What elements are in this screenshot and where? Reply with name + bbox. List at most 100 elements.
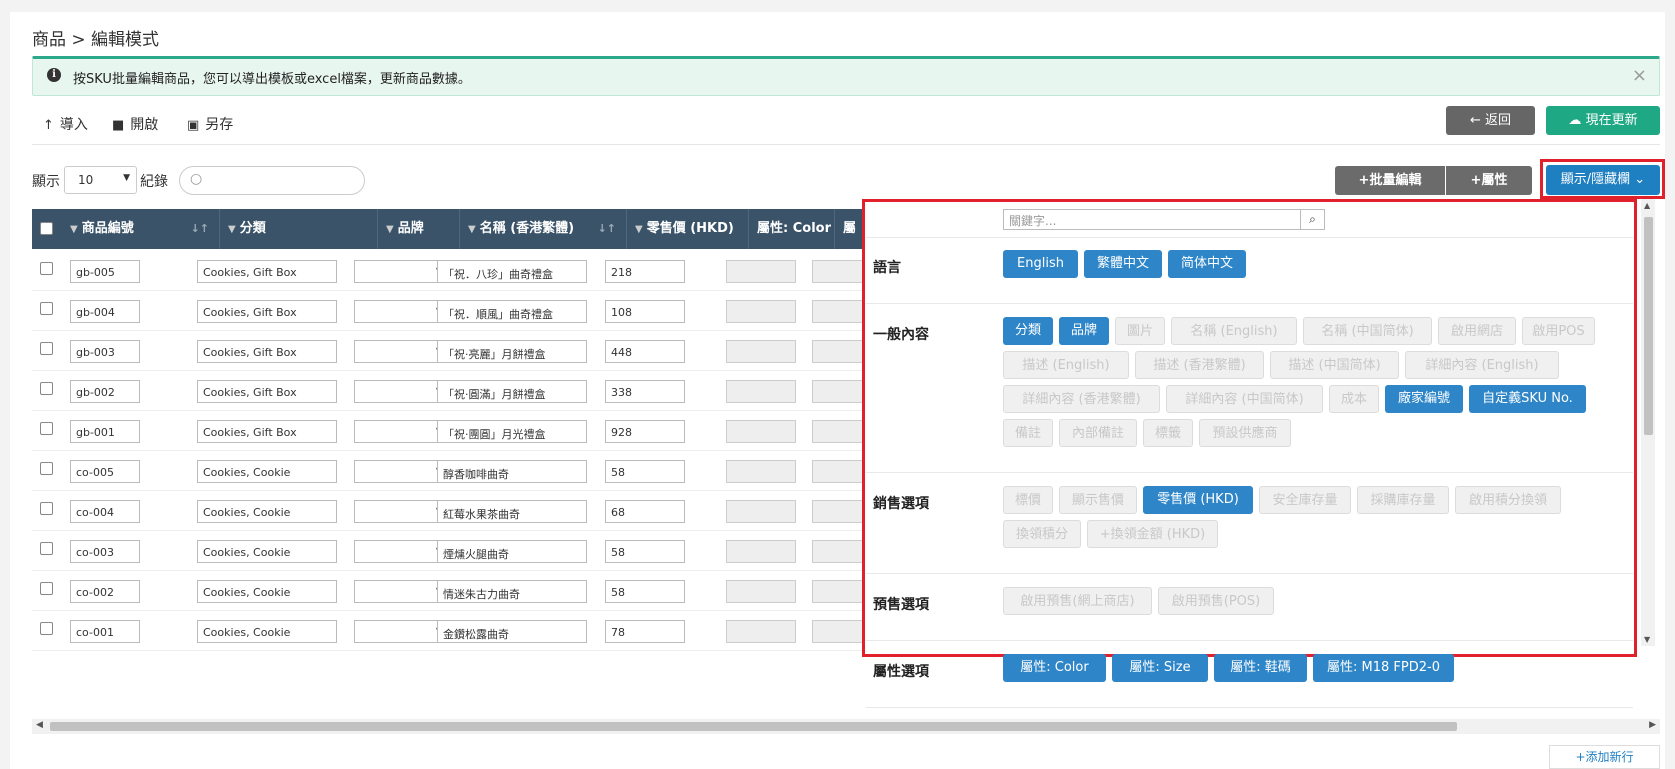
column-toggle-tag[interactable]: 屬性: Color xyxy=(1003,654,1106,682)
category-input[interactable]: Cookies, Cookie xyxy=(197,500,337,523)
price-input[interactable]: 218 xyxy=(605,260,685,283)
column-toggle-tag[interactable]: 描述 (中国简体) xyxy=(1270,351,1399,379)
column-toggle-tag[interactable]: 零售價 (HKD) xyxy=(1143,486,1253,514)
column-toggle-tag[interactable]: 繁體中文 xyxy=(1084,250,1162,278)
column-toggle-tag[interactable]: 標籤 xyxy=(1143,419,1193,447)
brand-select[interactable]: ▼ xyxy=(354,580,450,603)
toggle-columns-button[interactable]: 顯示/隱藏欄 ⌄ xyxy=(1546,165,1660,195)
sku-input[interactable]: gb-002 xyxy=(70,380,140,403)
back-button[interactable]: ← 返回 xyxy=(1446,106,1535,135)
column-toggle-tag[interactable]: 描述 (香港繁體) xyxy=(1135,351,1264,379)
header-attr-color[interactable]: 屬性: Color xyxy=(749,209,835,249)
row-checkbox[interactable] xyxy=(40,342,53,355)
column-toggle-tag[interactable]: 名稱 (中国简体) xyxy=(1303,317,1432,345)
name-input[interactable]: 情迷朱古力曲奇 xyxy=(437,580,587,603)
column-toggle-tag[interactable]: English xyxy=(1003,250,1078,278)
attr-size-input[interactable] xyxy=(812,340,867,363)
category-input[interactable]: Cookies, Gift Box xyxy=(197,260,337,283)
attr-size-input[interactable] xyxy=(812,420,867,443)
batch-edit-button[interactable]: +批量編輯 xyxy=(1335,166,1445,195)
category-input[interactable]: Cookies, Cookie xyxy=(197,580,337,603)
row-checkbox[interactable] xyxy=(40,582,53,595)
column-toggle-tag[interactable]: +換領金額 (HKD) xyxy=(1087,520,1218,548)
name-input[interactable]: 煙燻火腿曲奇 xyxy=(437,540,587,563)
row-checkbox[interactable] xyxy=(40,382,53,395)
attribute-button[interactable]: +屬性 xyxy=(1446,166,1532,195)
brand-select[interactable]: ▼ xyxy=(354,260,450,283)
name-input[interactable]: 「祝‧團圓」月光禮盒 xyxy=(437,420,587,443)
column-toggle-tag[interactable]: 圖片 xyxy=(1115,317,1165,345)
name-input[interactable]: 金鑽松露曲奇 xyxy=(437,620,587,643)
brand-select[interactable]: ▼ xyxy=(354,340,450,363)
category-input[interactable]: Cookies, Gift Box xyxy=(197,300,337,323)
column-toggle-tag[interactable]: 啟用網店 xyxy=(1438,317,1516,345)
column-toggle-tag[interactable]: 詳細內容 (English) xyxy=(1405,351,1559,379)
import-button[interactable]: ↑ 導入 xyxy=(43,114,88,134)
column-toggle-tag[interactable]: 描述 (English) xyxy=(1003,351,1129,379)
row-checkbox[interactable] xyxy=(40,622,53,635)
page-size-select[interactable]: 10 ▼ xyxy=(64,166,137,194)
price-input[interactable]: 58 xyxy=(605,460,685,483)
column-toggle-tag[interactable]: 顯示售價 xyxy=(1059,486,1137,514)
column-toggle-tag[interactable]: 詳細內容 (中国简体) xyxy=(1166,385,1323,413)
row-checkbox[interactable] xyxy=(40,422,53,435)
name-input[interactable]: 「祝．順風」曲奇禮盒 xyxy=(437,300,587,323)
scroll-down-icon[interactable]: ▼ xyxy=(1644,635,1650,644)
column-toggle-tag[interactable]: 名稱 (English) xyxy=(1171,317,1297,345)
column-toggle-tag[interactable]: 屬性: Size xyxy=(1112,654,1208,682)
column-toggle-tag[interactable]: 預設供應商 xyxy=(1199,419,1291,447)
column-toggle-tag[interactable]: 採購庫存量 xyxy=(1357,486,1449,514)
price-input[interactable]: 68 xyxy=(605,500,685,523)
price-input[interactable]: 338 xyxy=(605,380,685,403)
price-input[interactable]: 58 xyxy=(605,540,685,563)
category-input[interactable]: Cookies, Cookie xyxy=(197,620,337,643)
keyword-search-button[interactable]: ⌕ xyxy=(1301,209,1325,230)
column-toggle-tag[interactable]: 標價 xyxy=(1003,486,1053,514)
name-input[interactable]: 「祝‧亮麗」月餅禮盒 xyxy=(437,340,587,363)
column-toggle-tag[interactable]: 換領積分 xyxy=(1003,520,1081,548)
column-toggle-tag[interactable]: 詳細內容 (香港繁體) xyxy=(1003,385,1160,413)
brand-select[interactable]: ▼ xyxy=(354,540,450,563)
name-input[interactable]: 「祝．八珍」曲奇禮盒 xyxy=(437,260,587,283)
attr-size-input[interactable] xyxy=(812,260,867,283)
sku-input[interactable]: gb-004 xyxy=(70,300,140,323)
brand-select[interactable]: ▼ xyxy=(354,620,450,643)
horizontal-scrollbar[interactable]: ◀ ▶ xyxy=(32,719,1660,734)
price-input[interactable]: 58 xyxy=(605,580,685,603)
sort-icon[interactable]: ↓↑ xyxy=(191,209,209,249)
attr-color-input[interactable] xyxy=(726,500,796,523)
column-toggle-tag[interactable]: 品牌 xyxy=(1059,317,1109,345)
column-toggle-tag[interactable]: 分類 xyxy=(1003,317,1053,345)
column-toggle-tag[interactable]: 內部備註 xyxy=(1059,419,1137,447)
column-toggle-tag[interactable]: 自定義SKU No. xyxy=(1469,385,1586,413)
category-input[interactable]: Cookies, Gift Box xyxy=(197,420,337,443)
attr-size-input[interactable] xyxy=(812,620,867,643)
name-input[interactable]: 紅莓水果茶曲奇 xyxy=(437,500,587,523)
keyword-input[interactable]: 關鍵字... xyxy=(1003,209,1301,230)
category-input[interactable]: Cookies, Gift Box xyxy=(197,340,337,363)
attr-color-input[interactable] xyxy=(726,260,796,283)
attr-color-input[interactable] xyxy=(726,300,796,323)
header-price[interactable]: ▼ 零售價 (HKD) xyxy=(627,209,749,249)
column-toggle-tag[interactable]: 简体中文 xyxy=(1168,250,1246,278)
attr-color-input[interactable] xyxy=(726,620,796,643)
search-input[interactable]: ○ xyxy=(179,166,365,195)
brand-select[interactable]: ▼ xyxy=(354,500,450,523)
update-now-button[interactable]: ☁ 現在更新 xyxy=(1546,106,1660,135)
row-checkbox[interactable] xyxy=(40,502,53,515)
sku-input[interactable]: gb-005 xyxy=(70,260,140,283)
price-input[interactable]: 928 xyxy=(605,420,685,443)
header-name[interactable]: ▼ 名稱 (香港繁體) ↓↑ xyxy=(460,209,627,249)
row-checkbox[interactable] xyxy=(40,262,53,275)
category-input[interactable]: Cookies, Cookie xyxy=(197,460,337,483)
column-toggle-tag[interactable]: 啟用積分換領 xyxy=(1455,486,1561,514)
attr-color-input[interactable] xyxy=(726,380,796,403)
sort-icon[interactable]: ↓↑ xyxy=(598,209,616,249)
row-checkbox[interactable] xyxy=(40,542,53,555)
category-input[interactable]: Cookies, Cookie xyxy=(197,540,337,563)
column-toggle-tag[interactable]: 備註 xyxy=(1003,419,1053,447)
vertical-scrollbar[interactable]: ▲ ▼ xyxy=(1641,199,1655,646)
header-category[interactable]: ▼ 分類 xyxy=(220,209,378,249)
price-input[interactable]: 108 xyxy=(605,300,685,323)
sku-input[interactable]: gb-001 xyxy=(70,420,140,443)
